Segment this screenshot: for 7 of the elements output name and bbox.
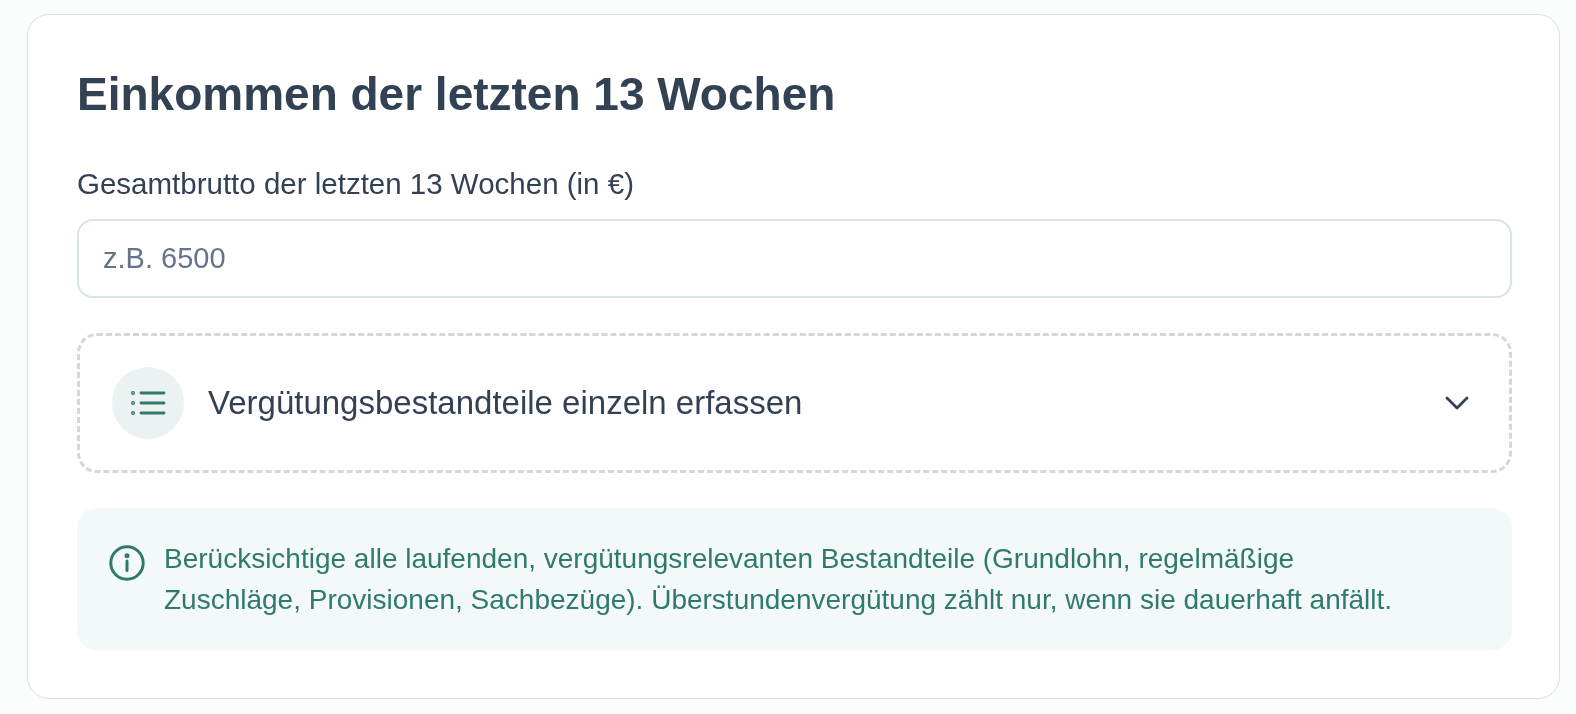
field-label: Gesamtbrutto der letzten 13 Wochen (in €) <box>77 166 635 202</box>
amount-input-field[interactable]: z.B. 6500 <box>77 219 1512 298</box>
expand-section-label: Vergütungsbestandteile einzeln erfassen <box>208 383 804 423</box>
info-text: Berücksichtige alle laufenden, vergütungsrelevanten Bestandteile (Grundlohn, regelmäßige Zuschläge, Provisionen, Sachbezüge). Überstundenvergütung zählt nur, wenn sie dauerhaft anfällt. <box>164 542 1394 617</box>
card-title: Einkommen der letzten 13 Wochen <box>77 67 837 122</box>
expand-section-button[interactable]: Vergütungsbestandteile einzeln erfassen <box>77 333 1512 473</box>
info-icon <box>109 545 145 581</box>
